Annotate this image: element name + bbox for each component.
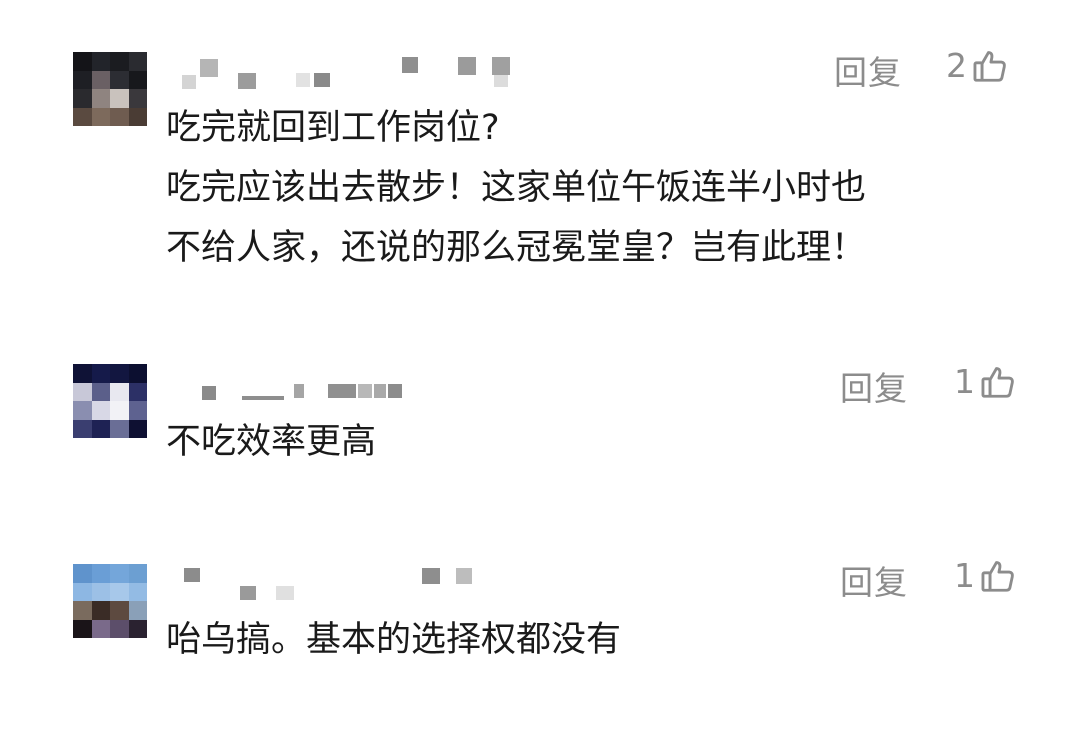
reply-button[interactable]: 回复 [834,46,902,94]
like-count: 1 [954,362,975,401]
comment-text-line: 咍乌搞。基本的选择权都没有 [166,620,622,660]
comment-text-line: 吃完应该出去散步！这家单位午饭连半小时也 [166,168,867,208]
avatar[interactable] [73,564,147,638]
comment-text-line: 吃完就回到工作岗位? [166,108,500,148]
thumbs-up-icon [973,50,1006,82]
avatar[interactable] [73,364,147,438]
avatar[interactable] [73,52,147,126]
comment-item: 回复 2 吃完就回到工作岗位? 吃完应该出去散步！这家单位午饭连半小时也 不给人… [0,0,1080,320]
comment-item: 回复 1 不吃效率更高 [0,340,1080,520]
comment-text-line: 不吃效率更高 [166,422,377,462]
username-redacted[interactable] [166,564,486,604]
thumbs-up-icon [981,560,1014,592]
like-button[interactable]: 1 [954,362,1017,401]
comment-item: 回复 1 咍乌搞。基本的选择权都没有 [0,536,1080,736]
like-count: 1 [954,556,975,595]
reply-button[interactable]: 回复 [840,556,908,604]
username-redacted[interactable] [166,55,526,89]
reply-button[interactable]: 回复 [840,362,908,410]
like-button[interactable]: 2 [946,46,1009,85]
like-count: 2 [946,46,967,85]
comment-text-line: 不给人家，还说的那么冠冕堂皇？岂有此理！ [166,228,867,268]
like-button[interactable]: 1 [954,556,1017,595]
username-redacted[interactable] [166,376,426,406]
thumbs-up-icon [981,366,1014,398]
